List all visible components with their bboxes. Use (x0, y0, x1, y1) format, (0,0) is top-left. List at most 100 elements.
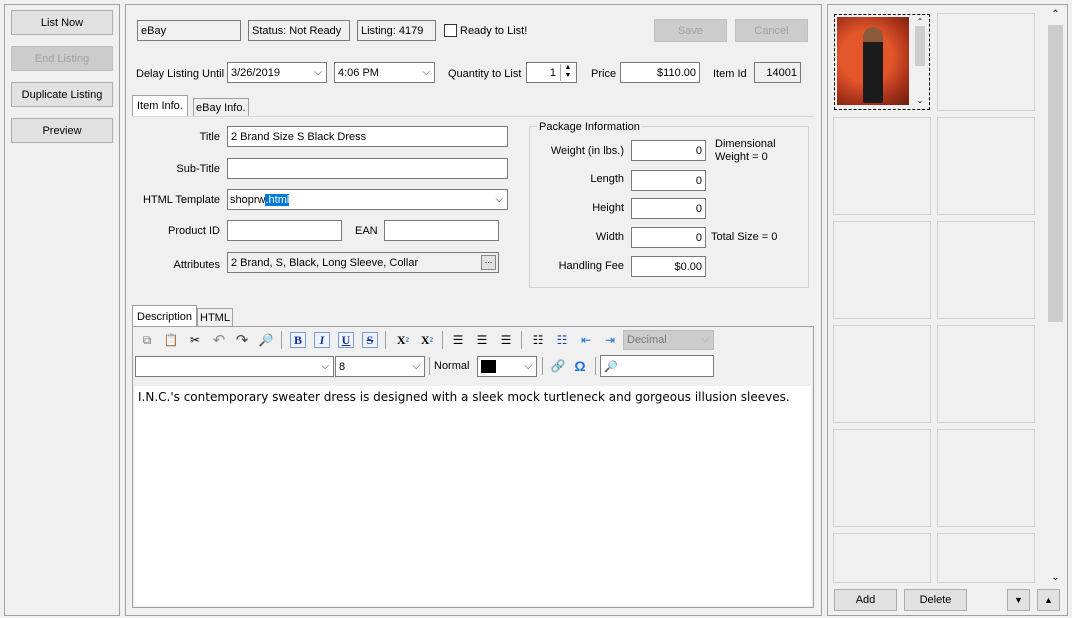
image-thumbnail-selected[interactable]: ⌃ ⌄ (834, 14, 930, 110)
size-select[interactable]: 8 ⌵ (335, 356, 425, 377)
strikethrough-icon[interactable]: S (362, 332, 378, 348)
thumbnail-scrollbar[interactable]: ⌃ ⌄ (913, 17, 927, 105)
arrow-down-icon: ▼ (1014, 595, 1023, 605)
attributes-browse-button[interactable]: ... (481, 255, 496, 270)
italic-icon[interactable]: I (314, 332, 330, 348)
list-now-button[interactable]: List Now (11, 10, 113, 35)
bold-icon[interactable]: B (290, 332, 306, 348)
package-legend: Package Information (537, 121, 642, 133)
subtitle-input[interactable] (227, 158, 508, 179)
size-value: 8 (339, 360, 346, 373)
productid-input[interactable] (227, 220, 342, 241)
length-input[interactable]: 0 (631, 170, 706, 191)
delete-image-button[interactable]: Delete (904, 589, 967, 611)
qty-label: Quantity to List (448, 68, 522, 80)
scroll-down-arrow[interactable]: ⌄ (1047, 572, 1064, 583)
scroll-up-arrow[interactable]: ⌃ (1047, 9, 1064, 25)
omega-icon[interactable]: Ω (571, 357, 589, 375)
image-slot[interactable] (833, 117, 931, 215)
ready-label: Ready to List! (460, 25, 528, 37)
arrow-up-icon: ▲ (1044, 595, 1053, 605)
link-icon[interactable]: 🔗 (549, 357, 567, 375)
handling-input[interactable]: $0.00 (631, 256, 706, 277)
numbered-list-icon[interactable]: ☷ (553, 331, 571, 349)
subscript-icon[interactable]: X2 (394, 331, 412, 349)
align-left-icon[interactable]: ☰ (449, 331, 467, 349)
width-input[interactable]: 0 (631, 227, 706, 248)
image-slot[interactable] (937, 117, 1035, 215)
tab-description[interactable]: Description (132, 305, 198, 327)
align-right-icon[interactable]: ☰ (497, 331, 515, 349)
indent-icon[interactable]: ⇥ (601, 331, 619, 349)
ready-checkbox[interactable] (444, 24, 457, 37)
move-down-button[interactable]: ▼ (1007, 589, 1030, 611)
tab-item-info[interactable]: Item Info. (132, 95, 188, 117)
chevron-down-icon: ⌵ (701, 333, 709, 345)
chevron-down-icon: ⌵ (495, 193, 503, 205)
height-input[interactable]: 0 (631, 198, 706, 219)
redo-icon[interactable]: ↷ (233, 331, 251, 349)
toolbar-separator (385, 331, 386, 349)
save-button[interactable]: Save (654, 19, 727, 42)
title-label: Title (199, 131, 220, 143)
image-slot[interactable] (833, 325, 931, 423)
end-listing-button[interactable]: End Listing (11, 46, 113, 71)
chevron-down-icon: ⌵ (412, 360, 420, 372)
weight-input[interactable]: 0 (631, 140, 706, 161)
undo-icon[interactable]: ↶ (210, 331, 228, 349)
underline-icon[interactable]: U (338, 332, 354, 348)
editor-search-input[interactable]: 🔎 (600, 355, 714, 377)
color-select[interactable]: ⌵ (477, 356, 537, 377)
description-editor[interactable]: I.N.C.'s contemporary sweater dress is d… (135, 386, 811, 606)
itemid-field: 14001 (754, 62, 801, 83)
ean-input[interactable] (384, 220, 499, 241)
toolbar-separator (542, 357, 543, 375)
title-input[interactable]: 2 Brand Size S Black Dress (227, 126, 508, 147)
image-slot[interactable] (833, 221, 931, 319)
duplicate-listing-button[interactable]: Duplicate Listing (11, 82, 113, 107)
scroll-thumb[interactable] (1048, 25, 1063, 322)
handling-label: Handling Fee (558, 260, 624, 272)
align-center-icon[interactable]: ☰ (473, 331, 491, 349)
width-label: Width (595, 231, 624, 243)
color-swatch (481, 360, 496, 373)
date-picker[interactable]: 3/26/2019 ⌵ (227, 62, 327, 83)
images-scrollbar[interactable]: ⌃ ⌄ (1047, 9, 1064, 583)
bullet-list-icon[interactable]: ☷ (529, 331, 547, 349)
copy-icon[interactable]: ⧉ (138, 331, 156, 349)
time-value: 4:06 PM (338, 66, 379, 79)
tab-divider (132, 116, 814, 117)
image-slot[interactable] (937, 13, 1035, 111)
cut-icon[interactable]: ✂ (186, 331, 204, 349)
cancel-button[interactable]: Cancel (735, 19, 808, 42)
time-picker[interactable]: 4:06 PM ⌵ (334, 62, 435, 83)
find-icon[interactable]: 🔎 (257, 331, 275, 349)
tab-ebay-info[interactable]: eBay Info. (193, 98, 249, 117)
toolbar-separator (429, 357, 430, 375)
template-select[interactable]: shoprw .html ⌵ (227, 189, 508, 210)
toolbar-separator (281, 331, 282, 349)
paragraph-style[interactable]: Normal (434, 360, 469, 372)
outdent-icon[interactable]: ⇤ (577, 331, 595, 349)
listing-field: Listing: 4179 (357, 20, 436, 41)
quantity-stepper[interactable]: 1 ▲ ▼ (526, 62, 577, 83)
image-slot[interactable] (937, 325, 1035, 423)
image-slot[interactable] (833, 533, 931, 583)
image-slot[interactable] (937, 533, 1035, 583)
template-value: shoprw (230, 193, 266, 206)
font-select[interactable]: ⌵ (135, 356, 334, 377)
add-image-button[interactable]: Add (834, 589, 897, 611)
superscript-icon[interactable]: X2 (418, 331, 436, 349)
productid-label: Product ID (168, 225, 220, 237)
stepper-arrows[interactable]: ▲ ▼ (560, 64, 575, 81)
status-field: Status: Not Ready (248, 20, 350, 41)
price-input[interactable]: $110.00 (620, 62, 700, 83)
image-slot[interactable] (937, 221, 1035, 319)
image-slot[interactable] (833, 429, 931, 527)
move-up-button[interactable]: ▲ (1037, 589, 1060, 611)
tab-html[interactable]: HTML (197, 308, 233, 326)
preview-button[interactable]: Preview (11, 118, 113, 143)
list-style-select[interactable]: Decimal ⌵ (623, 330, 714, 350)
paste-icon[interactable]: 📋 (162, 331, 180, 349)
image-slot[interactable] (937, 429, 1035, 527)
